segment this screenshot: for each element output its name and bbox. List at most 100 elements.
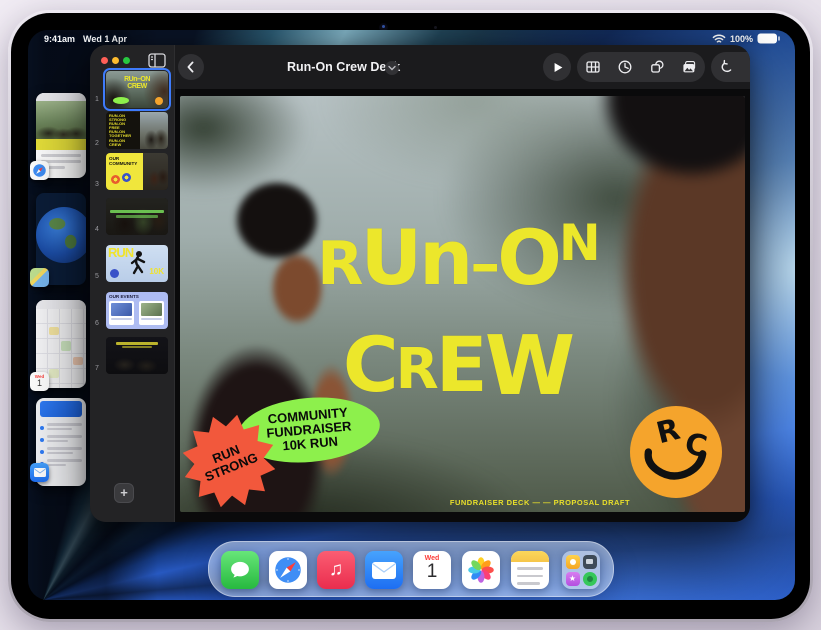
- photos-flower-icon: [466, 555, 496, 585]
- maps-globe: [36, 207, 86, 263]
- dock-app-photos[interactable]: [462, 551, 500, 589]
- photo-backdrop: 9:41am Wed 1 Apr 100%: [0, 0, 821, 630]
- undo-button[interactable]: [719, 59, 735, 75]
- slide-number: 2: [95, 140, 105, 147]
- dock-app-mail[interactable]: [365, 551, 403, 589]
- ipad-screen: 9:41am Wed 1 Apr 100%: [28, 30, 795, 600]
- mail-mini-icon[interactable]: [30, 463, 49, 482]
- safari-compass-icon: [273, 555, 303, 585]
- add-slide-button[interactable]: +: [114, 483, 134, 503]
- calendar-mini-icon[interactable]: Wed 1: [30, 372, 49, 391]
- document-menu-button[interactable]: [385, 61, 399, 75]
- slide-canvas: RUn–ON CREW COMMUNITY FUNDRAISER 10K RUN: [175, 89, 750, 522]
- itunes-store-mini-icon: ★: [566, 572, 580, 586]
- mail-selected-row: [40, 401, 82, 417]
- window-close-button[interactable]: [101, 57, 108, 64]
- sidebar-toggle-icon[interactable]: [148, 53, 166, 68]
- thumb2-text: RUN-ON STRONG RUN-ON FREE RUN-ON TOGETHE…: [109, 114, 131, 147]
- wifi-icon: [712, 34, 726, 44]
- tips-mini-icon: [566, 555, 580, 569]
- slide-thumbnail-6[interactable]: OUR EVENTS: [106, 292, 168, 329]
- webpage-hero-photo: [36, 101, 86, 139]
- smiley-letter-r: R: [653, 412, 684, 451]
- insert-tools-group: [577, 52, 705, 82]
- status-date: Wed 1 Apr: [83, 34, 127, 44]
- thumb6-title: OUR EVENTS: [109, 294, 139, 299]
- keynote-toolbar: Run-On Crew Deck: [175, 45, 750, 89]
- slide-caption[interactable]: FUNDRAISER DECK — — PROPOSAL DRAFT: [440, 498, 640, 507]
- music-note-icon: ♫: [329, 559, 343, 581]
- browser-chrome: [36, 93, 86, 101]
- utility-mini-icon: [583, 555, 597, 569]
- table-icon: [585, 59, 601, 75]
- shapes-button[interactable]: [649, 59, 665, 75]
- thumb5-10k-text: 10K: [149, 267, 164, 276]
- oval-line-3: 10K RUN: [282, 435, 339, 454]
- format-brush-button[interactable]: [750, 59, 751, 75]
- calendar-mini-day: 1: [30, 379, 49, 387]
- slide-thumbnail-2[interactable]: RUN-ON STRONG RUN-ON FREE RUN-ON TOGETHE…: [106, 112, 168, 149]
- undo-icon: [719, 59, 735, 75]
- table-button[interactable]: [585, 59, 601, 75]
- dock-app-messages[interactable]: [221, 551, 259, 589]
- paintbrush-icon: [750, 59, 751, 75]
- chart-button[interactable]: [617, 59, 633, 75]
- slide-navigator: 1 RUn–ON CREW: [90, 45, 175, 522]
- messages-bubble-icon: [229, 559, 251, 581]
- dock-app-folder[interactable]: ★: [562, 551, 600, 589]
- title-line-1: RUn–ON: [180, 200, 735, 322]
- dock-app-safari[interactable]: [269, 551, 307, 589]
- thumb5-logo: [110, 269, 119, 278]
- play-button[interactable]: [543, 53, 571, 81]
- dock-app-notes[interactable]: [511, 551, 549, 589]
- media-icon: [681, 59, 697, 75]
- webpage-banner: [36, 139, 86, 150]
- notes-header: [511, 551, 549, 562]
- slide-thumbnail-5[interactable]: RUN 10K: [106, 245, 168, 282]
- play-icon: [551, 61, 564, 74]
- slide-number: 6: [95, 320, 105, 327]
- thumb1-smiley-badge: [155, 97, 163, 105]
- fitness-mini-icon: [583, 572, 597, 586]
- thumb1-oval-badge: [113, 97, 129, 104]
- maps-icon[interactable]: [30, 268, 49, 287]
- slide-number: 3: [95, 181, 105, 188]
- rc-smiley-badge[interactable]: R C: [630, 406, 722, 498]
- dock: ♫ Wed 1: [208, 541, 614, 597]
- keynote-window: 1 RUn–ON CREW: [90, 45, 750, 522]
- slide-thumbnail-1: RUn–ON CREW: [106, 71, 168, 108]
- thumb3-title: OUR COMMUNITY: [109, 156, 137, 166]
- window-minimize-button[interactable]: [112, 57, 119, 64]
- battery-icon: [757, 33, 780, 44]
- chevron-down-icon: [388, 65, 396, 71]
- calendar-day: 1: [413, 562, 451, 581]
- thumb1-title-line2: CREW: [127, 83, 146, 90]
- slide-number: 4: [95, 226, 105, 233]
- current-slide[interactable]: RUn–ON CREW COMMUNITY FUNDRAISER 10K RUN: [180, 96, 745, 512]
- chevron-left-icon: [183, 59, 199, 75]
- window-zoom-button[interactable]: [123, 57, 130, 64]
- slide-number: 7: [95, 365, 105, 372]
- chart-icon: [617, 59, 633, 75]
- edit-tools-group: [711, 52, 750, 82]
- thumb1-title-line1: RUn–ON: [124, 76, 150, 83]
- ipad-device: 9:41am Wed 1 Apr 100%: [8, 10, 813, 622]
- media-button[interactable]: [681, 59, 697, 75]
- shapes-icon: [649, 59, 665, 75]
- calendar-header: [36, 300, 86, 309]
- back-button[interactable]: [178, 54, 204, 80]
- slide-thumbnail-1-selected[interactable]: RUn–ON CREW: [103, 68, 171, 111]
- dock-app-calendar[interactable]: Wed 1: [413, 551, 451, 589]
- slide-number: 5: [95, 273, 105, 280]
- safari-icon[interactable]: [30, 161, 49, 180]
- slide-thumbnail-4[interactable]: [106, 198, 168, 235]
- status-time: 9:41am: [44, 34, 75, 44]
- mail-envelope-icon: [372, 562, 396, 579]
- thumb5-runner-silhouette: [128, 250, 148, 276]
- slide-thumbnail-7[interactable]: [106, 337, 168, 374]
- dock-app-music[interactable]: ♫: [317, 551, 355, 589]
- slide-title[interactable]: RUn–ON CREW: [180, 200, 735, 429]
- mic-dot: [434, 26, 437, 29]
- document-title[interactable]: Run-On Crew Deck: [287, 60, 400, 74]
- slide-thumbnail-3[interactable]: OUR COMMUNITY: [106, 153, 168, 190]
